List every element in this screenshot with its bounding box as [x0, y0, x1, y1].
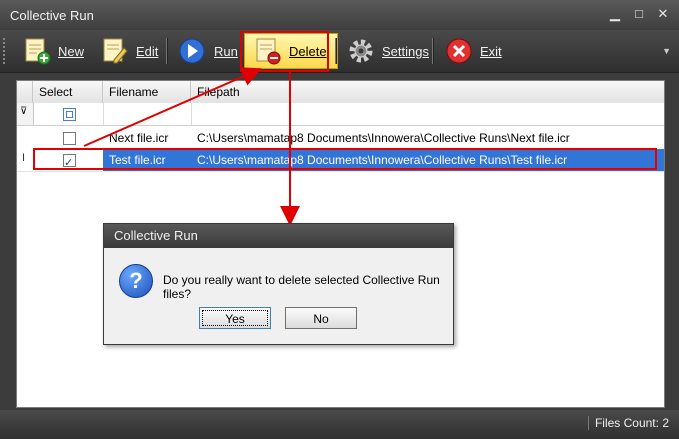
dialog-title: Collective Run [104, 224, 453, 248]
yes-button[interactable]: Yes [199, 307, 271, 329]
dialog-message: Do you really want to delete selected Co… [163, 273, 440, 301]
arrow-row-to-delete [83, 67, 262, 147]
question-icon: ? [119, 264, 153, 298]
confirm-dialog: Collective Run ? Do you really want to d… [103, 223, 454, 345]
no-button[interactable]: No [285, 307, 357, 329]
annotation-arrows [83, 67, 300, 226]
